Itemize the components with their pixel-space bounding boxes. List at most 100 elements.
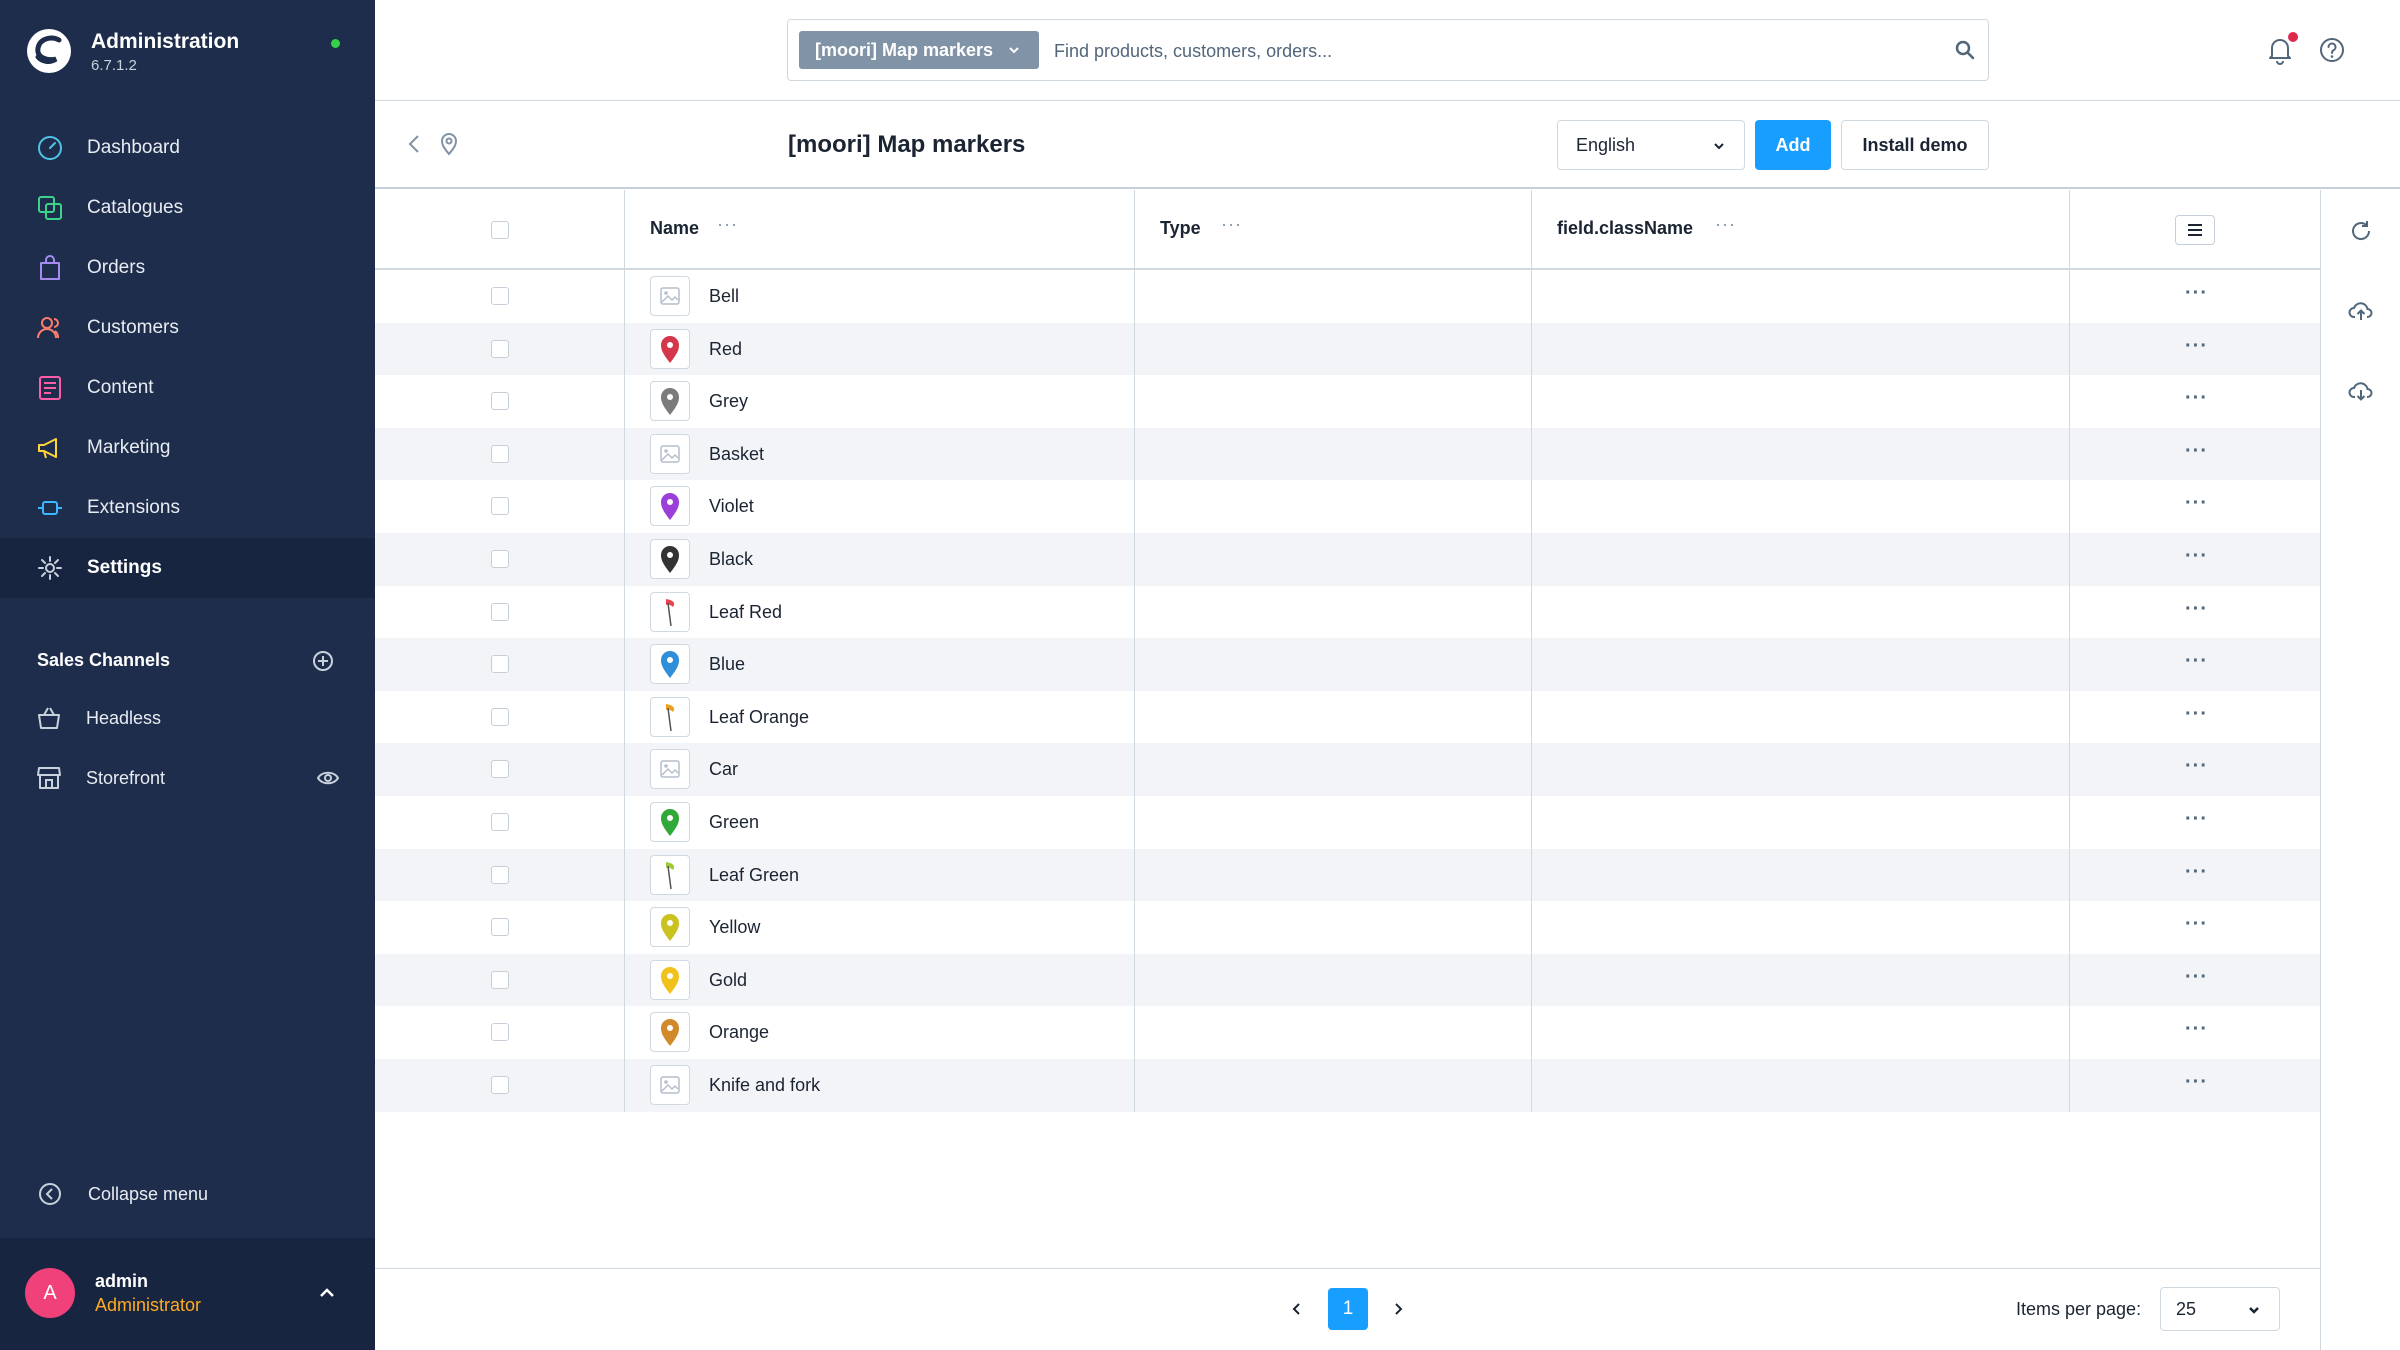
row-actions-icon[interactable]: ···	[2185, 387, 2208, 410]
chevron-up-icon[interactable]	[316, 1282, 338, 1304]
sales-channel-storefront[interactable]: Storefront	[0, 748, 375, 808]
table-row[interactable]: Gold ···	[375, 953, 2320, 1007]
row-actions-icon[interactable]: ···	[2185, 650, 2208, 673]
cloud-upload-icon[interactable]	[2348, 298, 2374, 324]
row-name[interactable]: Yellow	[709, 917, 760, 938]
table-row[interactable]: Blue ···	[375, 638, 2320, 691]
column-menu-icon[interactable]: ···	[717, 214, 738, 235]
language-select[interactable]: English	[1557, 120, 1745, 170]
chevron-right-icon[interactable]	[1388, 1299, 1408, 1319]
nav-item-orders[interactable]: Orders	[0, 238, 375, 298]
row-actions-icon[interactable]: ···	[2185, 545, 2208, 568]
row-checkbox[interactable]	[491, 339, 509, 358]
row-name[interactable]: Car	[709, 759, 738, 780]
table-row[interactable]: Yellow ···	[375, 901, 2320, 954]
row-checkbox[interactable]	[491, 287, 509, 305]
table-row[interactable]: Red ···	[375, 322, 2320, 376]
table-row[interactable]: Violet ···	[375, 480, 2320, 533]
add-button[interactable]: Add	[1755, 120, 1831, 170]
row-checkbox[interactable]	[491, 970, 509, 989]
collapse-menu-button[interactable]: Collapse menu	[38, 1182, 208, 1206]
column-menu-icon[interactable]: ···	[1715, 214, 1736, 235]
table-row[interactable]: Grey ···	[375, 375, 2320, 428]
row-actions-icon[interactable]: ···	[2185, 335, 2208, 358]
column-header-type[interactable]: Type	[1160, 218, 1201, 239]
row-checkbox[interactable]	[491, 392, 509, 411]
row-name[interactable]: Basket	[709, 444, 764, 465]
row-checkbox[interactable]	[491, 444, 509, 463]
search-type-selector[interactable]: [moori] Map markers	[799, 31, 1039, 69]
nav-item-customers[interactable]: Customers	[0, 298, 375, 358]
row-actions-icon[interactable]: ···	[2185, 966, 2208, 989]
eye-icon[interactable]	[316, 767, 340, 789]
row-name[interactable]: Grey	[709, 391, 748, 412]
row-name[interactable]: Leaf Red	[709, 602, 782, 623]
search-icon[interactable]	[1953, 38, 1977, 62]
row-actions-icon[interactable]: ···	[2185, 913, 2208, 936]
row-actions-icon[interactable]: ···	[2185, 703, 2208, 726]
add-sales-channel-icon[interactable]	[312, 650, 334, 672]
row-checkbox[interactable]	[491, 1075, 509, 1094]
row-name[interactable]: Violet	[709, 496, 754, 517]
search-input[interactable]	[1054, 34, 1914, 68]
row-checkbox[interactable]	[491, 655, 509, 674]
row-actions-icon[interactable]: ···	[2185, 755, 2208, 778]
row-checkbox[interactable]	[491, 865, 509, 884]
table-row[interactable]: Knife and fork ···	[375, 1058, 2320, 1112]
row-name[interactable]: Green	[709, 812, 759, 833]
row-actions-icon[interactable]: ···	[2185, 440, 2208, 463]
nav-item-settings[interactable]: Settings	[0, 538, 375, 598]
user-menu[interactable]: A admin Administrator	[0, 1238, 375, 1350]
row-actions-icon[interactable]: ···	[2185, 282, 2208, 305]
row-checkbox[interactable]	[491, 707, 509, 726]
row-name[interactable]: Black	[709, 549, 753, 570]
install-demo-button[interactable]: Install demo	[1841, 120, 1989, 170]
table-row[interactable]: Leaf Green ···	[375, 848, 2320, 902]
row-name[interactable]: Orange	[709, 1022, 769, 1043]
back-arrow-icon[interactable]	[403, 131, 425, 157]
row-checkbox[interactable]	[491, 812, 509, 831]
items-per-page-select[interactable]: 25	[2160, 1287, 2280, 1331]
nav-item-catalogues[interactable]: Catalogues	[0, 178, 375, 238]
column-header-classname[interactable]: field.className	[1557, 218, 1693, 239]
row-name[interactable]: Leaf Green	[709, 865, 799, 886]
row-actions-icon[interactable]: ···	[2185, 1071, 2208, 1094]
table-row[interactable]: Car ···	[375, 743, 2320, 796]
table-row[interactable]: Leaf Red ···	[375, 585, 2320, 639]
table-row[interactable]: Green ···	[375, 795, 2320, 849]
row-actions-icon[interactable]: ···	[2185, 861, 2208, 884]
nav-item-extensions[interactable]: Extensions	[0, 478, 375, 538]
row-actions-icon[interactable]: ···	[2185, 598, 2208, 621]
chevron-left-icon[interactable]	[1287, 1299, 1307, 1319]
row-actions-icon[interactable]: ···	[2185, 492, 2208, 515]
nav-item-marketing[interactable]: Marketing	[0, 418, 375, 478]
grid-settings-button[interactable]	[2175, 215, 2215, 245]
table-row[interactable]: Orange ···	[375, 1006, 2320, 1059]
row-checkbox[interactable]	[491, 1023, 509, 1042]
sales-channel-headless[interactable]: Headless	[0, 688, 375, 748]
row-name[interactable]: Bell	[709, 286, 739, 307]
pagination-current-page[interactable]: 1	[1328, 1288, 1368, 1330]
row-actions-icon[interactable]: ···	[2185, 808, 2208, 831]
nav-item-content[interactable]: Content	[0, 358, 375, 418]
row-checkbox[interactable]	[491, 549, 509, 568]
row-name[interactable]: Blue	[709, 654, 745, 675]
row-checkbox[interactable]	[491, 760, 509, 779]
table-row[interactable]: Black ···	[375, 532, 2320, 586]
select-all-checkbox[interactable]	[491, 221, 509, 239]
cloud-download-icon[interactable]	[2348, 378, 2374, 404]
row-checkbox[interactable]	[491, 918, 509, 937]
refresh-icon[interactable]	[2348, 218, 2374, 244]
help-icon[interactable]	[2318, 36, 2346, 64]
table-row[interactable]: Basket ···	[375, 427, 2320, 481]
column-menu-icon[interactable]: ···	[1221, 214, 1242, 235]
nav-item-dashboard[interactable]: Dashboard	[0, 118, 375, 178]
row-name[interactable]: Leaf Orange	[709, 707, 809, 728]
row-name[interactable]: Gold	[709, 970, 747, 991]
row-checkbox[interactable]	[491, 602, 509, 621]
row-checkbox[interactable]	[491, 497, 509, 516]
row-actions-icon[interactable]: ···	[2185, 1018, 2208, 1041]
column-header-name[interactable]: Name	[650, 218, 699, 239]
row-name[interactable]: Red	[709, 339, 742, 360]
row-name[interactable]: Knife and fork	[709, 1075, 820, 1096]
